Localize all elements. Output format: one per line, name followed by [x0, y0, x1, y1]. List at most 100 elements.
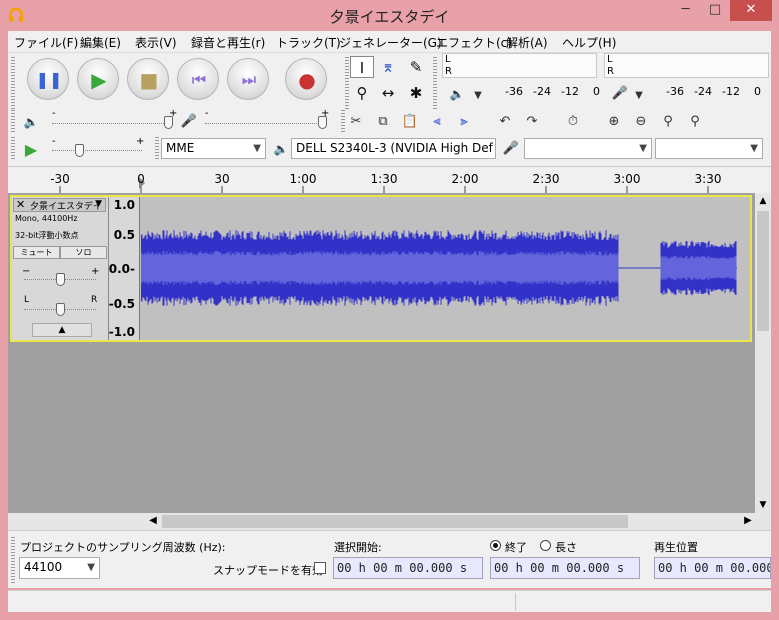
- ruler-label: 1:30: [370, 172, 398, 186]
- project-rate-label: プロジェクトのサンプリング周波数 (Hz):: [20, 541, 226, 554]
- meter-channel-label: L: [445, 54, 451, 65]
- track-gain-thumb[interactable]: [56, 273, 65, 286]
- silence-audio-icon[interactable]: ⫸: [453, 111, 475, 133]
- selection-tool-icon[interactable]: I: [350, 56, 374, 78]
- project-rate-select[interactable]: 44100 ▼: [19, 557, 100, 579]
- record-volume-slider[interactable]: [205, 123, 325, 126]
- collapse-track-button[interactable]: ▲: [32, 323, 92, 337]
- scroll-left-icon[interactable]: ◀: [146, 513, 160, 530]
- record-meter[interactable]: L R: [604, 53, 769, 78]
- record-volume-thumb[interactable]: [318, 116, 327, 129]
- scale-label: 0.5: [113, 228, 135, 242]
- length-radio[interactable]: [540, 540, 551, 551]
- timeline-ruler[interactable]: -30 0 30 1:00 1:30 2:00 2:30 3:00 3:30: [8, 166, 771, 194]
- selection-end-time[interactable]: 00 h 00 m 00.000 s: [490, 557, 640, 579]
- playback-device-select[interactable]: DELL S2340L-3 (NVIDIA High Def: [291, 138, 496, 159]
- redo-icon[interactable]: ↷: [521, 111, 543, 133]
- toolbar-grip[interactable]: [11, 537, 15, 583]
- menu-transport[interactable]: 録音と再生(r): [191, 34, 265, 51]
- zoom-tool-icon[interactable]: ⚲: [350, 82, 374, 104]
- zoom-out-icon[interactable]: ⊖: [630, 111, 652, 133]
- audio-host-value: MME: [166, 141, 195, 155]
- track-title-bar[interactable]: ✕ 夕景イエスタデイ ▼: [13, 198, 106, 212]
- menu-tracks[interactable]: トラック(T): [276, 34, 341, 51]
- mute-button[interactable]: ミュート: [13, 246, 60, 259]
- chevron-down-icon[interactable]: ▼: [95, 199, 102, 209]
- skip-to-start-icon: ⏮: [191, 70, 207, 89]
- ruler-label: 2:00: [451, 172, 479, 186]
- ruler-label: 0: [137, 172, 145, 186]
- maximize-button[interactable]: □: [700, 0, 730, 21]
- amplitude-scale[interactable]: 1.0 0.5 0.0- -0.5 -1.0: [109, 197, 140, 340]
- scroll-right-icon[interactable]: ▶: [741, 513, 755, 530]
- menu-effect[interactable]: エフェクト(c): [436, 34, 512, 51]
- toolbar-grip[interactable]: [11, 137, 15, 161]
- track-sample-format: 32-bit浮動小数点: [15, 231, 79, 240]
- playback-volume-thumb[interactable]: [164, 116, 173, 129]
- menu-generate[interactable]: ジェネレーター(G): [339, 34, 442, 51]
- trim-audio-icon[interactable]: ⫷: [426, 111, 448, 133]
- skip-to-end-button[interactable]: ⏭: [227, 58, 269, 100]
- copy-icon[interactable]: ⧉: [372, 111, 394, 133]
- fit-project-icon[interactable]: ⚲: [684, 111, 706, 133]
- menu-analyze[interactable]: 解析(A): [506, 34, 548, 51]
- horizontal-scrollbar[interactable]: ◀ ▶: [8, 513, 771, 530]
- snap-mode-checkbox[interactable]: [314, 562, 326, 574]
- fit-selection-icon[interactable]: ⚲: [657, 111, 679, 133]
- close-icon[interactable]: ✕: [16, 198, 25, 211]
- stop-button[interactable]: ■: [127, 58, 169, 100]
- pause-button[interactable]: ❚❚: [27, 58, 69, 100]
- skip-to-start-button[interactable]: ⏮: [177, 58, 219, 100]
- zoom-in-icon[interactable]: ⊕: [603, 111, 625, 133]
- playback-volume-slider[interactable]: [52, 123, 172, 126]
- menu-view[interactable]: 表示(V): [135, 34, 177, 51]
- vertical-scrollbar[interactable]: ▲ ▼: [755, 193, 771, 513]
- track-pan-thumb[interactable]: [56, 303, 65, 316]
- slider-max-label: +: [136, 136, 145, 147]
- vertical-scroll-thumb[interactable]: [757, 211, 769, 331]
- playback-position-time[interactable]: 00 h 00 m 00.000 s: [654, 557, 771, 579]
- toolbar-grip[interactable]: [11, 57, 15, 109]
- recording-device-select[interactable]: ▼: [524, 138, 652, 159]
- scroll-up-icon[interactable]: ▲: [755, 193, 771, 209]
- audio-host-select[interactable]: MME ▼: [161, 138, 266, 159]
- play-at-speed-icon[interactable]: ▶: [20, 139, 42, 161]
- minimize-button[interactable]: ─: [671, 0, 700, 21]
- timeshift-tool-icon[interactable]: ↔: [376, 82, 400, 104]
- chevron-down-icon[interactable]: ▼: [467, 85, 489, 107]
- recording-channels-select[interactable]: ▼: [655, 138, 763, 159]
- play-button[interactable]: ▶: [77, 58, 119, 100]
- meter-channel-label: L: [607, 54, 613, 65]
- cut-icon[interactable]: ✂: [345, 111, 367, 133]
- solo-button[interactable]: ソロ: [60, 246, 107, 259]
- horizontal-scroll-thumb[interactable]: [162, 515, 628, 528]
- multi-tool-icon[interactable]: ✱: [404, 82, 428, 104]
- menu-edit[interactable]: 編集(E): [80, 34, 121, 51]
- sync-lock-icon[interactable]: ⏱: [562, 111, 584, 133]
- playback-meter[interactable]: L R: [442, 53, 597, 78]
- envelope-tool-icon[interactable]: ⌆: [376, 56, 400, 78]
- toolbar-grip[interactable]: [155, 137, 159, 161]
- play-speed-thumb[interactable]: [75, 144, 84, 157]
- toolbar-grip[interactable]: [433, 57, 437, 109]
- selection-start-time[interactable]: 00 h 00 m 00.000 s: [333, 557, 483, 579]
- play-speed-slider[interactable]: [52, 150, 142, 153]
- menu-file[interactable]: ファイル(F): [14, 34, 78, 51]
- close-button[interactable]: ✕: [730, 0, 772, 21]
- scroll-down-icon[interactable]: ▼: [755, 497, 771, 513]
- pan-left-label: L: [24, 295, 30, 305]
- waveform[interactable]: [141, 198, 737, 339]
- draw-tool-icon[interactable]: ✎: [404, 56, 428, 78]
- chevron-down-icon: ▼: [253, 143, 261, 154]
- menu-help[interactable]: ヘルプ(H): [562, 34, 616, 51]
- undo-icon[interactable]: ↶: [494, 111, 516, 133]
- toolbar-grip[interactable]: [345, 57, 349, 109]
- toolbar-grip[interactable]: [11, 110, 15, 134]
- end-radio[interactable]: [490, 540, 501, 551]
- length-label: 長さ: [555, 541, 577, 554]
- record-button[interactable]: ●: [285, 58, 327, 100]
- selection-start-label: 選択開始:: [334, 541, 382, 554]
- scale-label: -0.5: [108, 297, 135, 311]
- chevron-down-icon[interactable]: ▼: [628, 85, 650, 107]
- paste-icon[interactable]: 📋: [399, 111, 421, 133]
